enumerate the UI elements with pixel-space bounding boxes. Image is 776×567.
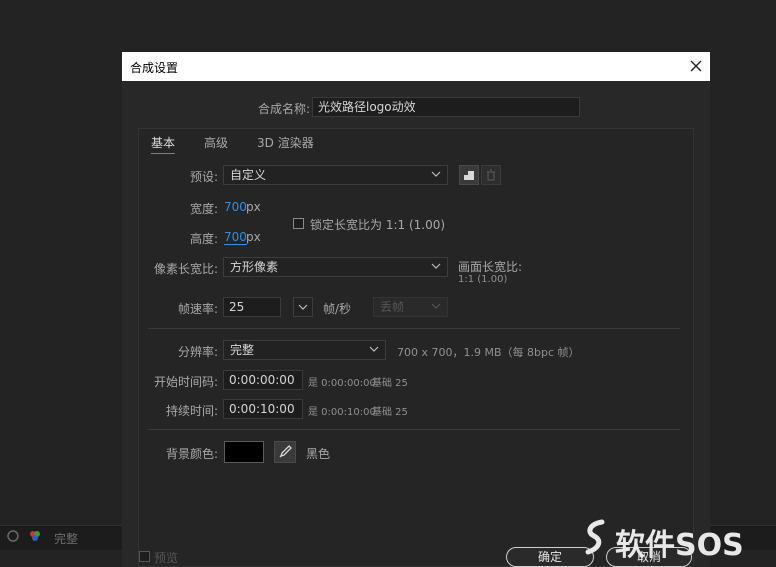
lock-aspect-checkbox[interactable] — [293, 218, 304, 229]
start-timecode-input[interactable]: 0:00:00:00 — [223, 370, 303, 390]
separator — [148, 429, 680, 430]
chevron-down-icon — [431, 263, 441, 269]
frame-aspect-label: 画面长宽比: — [458, 260, 523, 274]
separator — [148, 328, 680, 329]
preset-value: 自定义 — [230, 168, 267, 182]
bg-color-swatch[interactable] — [224, 441, 264, 463]
frame-aspect-value: 1:1 (1.00) — [458, 274, 508, 285]
frame-rate-dropdown[interactable] — [293, 297, 313, 317]
bg-color-name: 黑色 — [306, 447, 331, 461]
tab-basic[interactable]: 基本 — [151, 134, 176, 154]
drop-frame-select: 丢帧 — [373, 297, 448, 317]
dialog-title: 合成设置 — [130, 61, 179, 75]
height-value[interactable]: 700 — [224, 230, 247, 245]
trash-icon — [487, 169, 495, 181]
duration-base: 基础 25 — [372, 407, 408, 418]
start-timecode-equiv: 是 0:00:00:00 — [308, 378, 376, 389]
duration-input[interactable]: 0:00:10:00 — [223, 399, 303, 419]
chevron-down-icon — [431, 303, 441, 309]
comp-name-label: 合成名称: — [257, 102, 310, 116]
comp-name-input[interactable]: 光效路径logo动效 — [312, 97, 580, 117]
lock-icon[interactable] — [6, 529, 20, 543]
duration-equiv: 是 0:00:10:00 — [308, 407, 376, 418]
height-unit: px — [246, 230, 261, 244]
delete-preset-button[interactable] — [481, 165, 501, 185]
composition-settings-dialog: 合成设置 合成名称: 光效路径logo动效 基本 高级 3D 渲染器 预设: 自… — [122, 52, 710, 567]
preview-checkbox[interactable] — [139, 551, 150, 562]
eyedropper-icon — [279, 445, 292, 458]
tab-advanced[interactable]: 高级 — [204, 134, 228, 151]
save-preset-button[interactable] — [459, 165, 479, 185]
width-label: 宽度: — [189, 202, 218, 216]
chevron-down-icon — [369, 346, 379, 352]
bg-color-label: 背景颜色: — [165, 447, 218, 461]
resolution-value: 完整 — [230, 343, 255, 357]
pixel-aspect-label: 像素长宽比: — [153, 262, 218, 276]
frame-rate-unit: 帧/秒 — [323, 302, 352, 316]
pixel-aspect-select[interactable]: 方形像素 — [223, 257, 448, 277]
watermark-text: 软件SOS — [615, 528, 744, 563]
resolution-info: 700 x 700，1.9 MB（每 8bpc 帧） — [397, 346, 580, 359]
color-channels-icon[interactable] — [28, 529, 42, 543]
drop-frame-value: 丢帧 — [380, 300, 405, 314]
preview-label: 预览 — [154, 551, 179, 565]
watermark-logo-icon — [585, 519, 605, 555]
height-label: 高度: — [189, 232, 218, 246]
pixel-aspect-value: 方形像素 — [230, 260, 279, 274]
frame-rate-label: 帧速率: — [177, 302, 218, 316]
frame-rate-input[interactable]: 25 — [223, 297, 281, 317]
tab-3d-renderer[interactable]: 3D 渲染器 — [257, 134, 314, 151]
eyedropper-button[interactable] — [274, 441, 296, 463]
start-timecode-base: 基础 25 — [372, 378, 408, 389]
close-icon[interactable] — [688, 58, 704, 74]
duration-label: 持续时间: — [165, 404, 218, 418]
width-value[interactable]: 700 — [224, 200, 247, 214]
resolution-select[interactable]: 完整 — [223, 340, 386, 360]
background-resolution-label: 完整 — [54, 532, 79, 546]
save-preset-icon — [464, 171, 474, 180]
resolution-label: 分辨率: — [177, 345, 218, 359]
start-timecode-label: 开始时间码: — [153, 375, 218, 389]
chevron-down-icon — [298, 304, 308, 310]
lock-aspect-label: 锁定长宽比为 1:1 (1.00) — [310, 218, 446, 232]
chevron-down-icon — [431, 171, 441, 177]
dialog-titlebar: 合成设置 — [122, 52, 710, 81]
preset-label: 预设: — [189, 170, 218, 184]
preset-select[interactable]: 自定义 — [223, 165, 448, 185]
width-unit: px — [246, 200, 261, 214]
